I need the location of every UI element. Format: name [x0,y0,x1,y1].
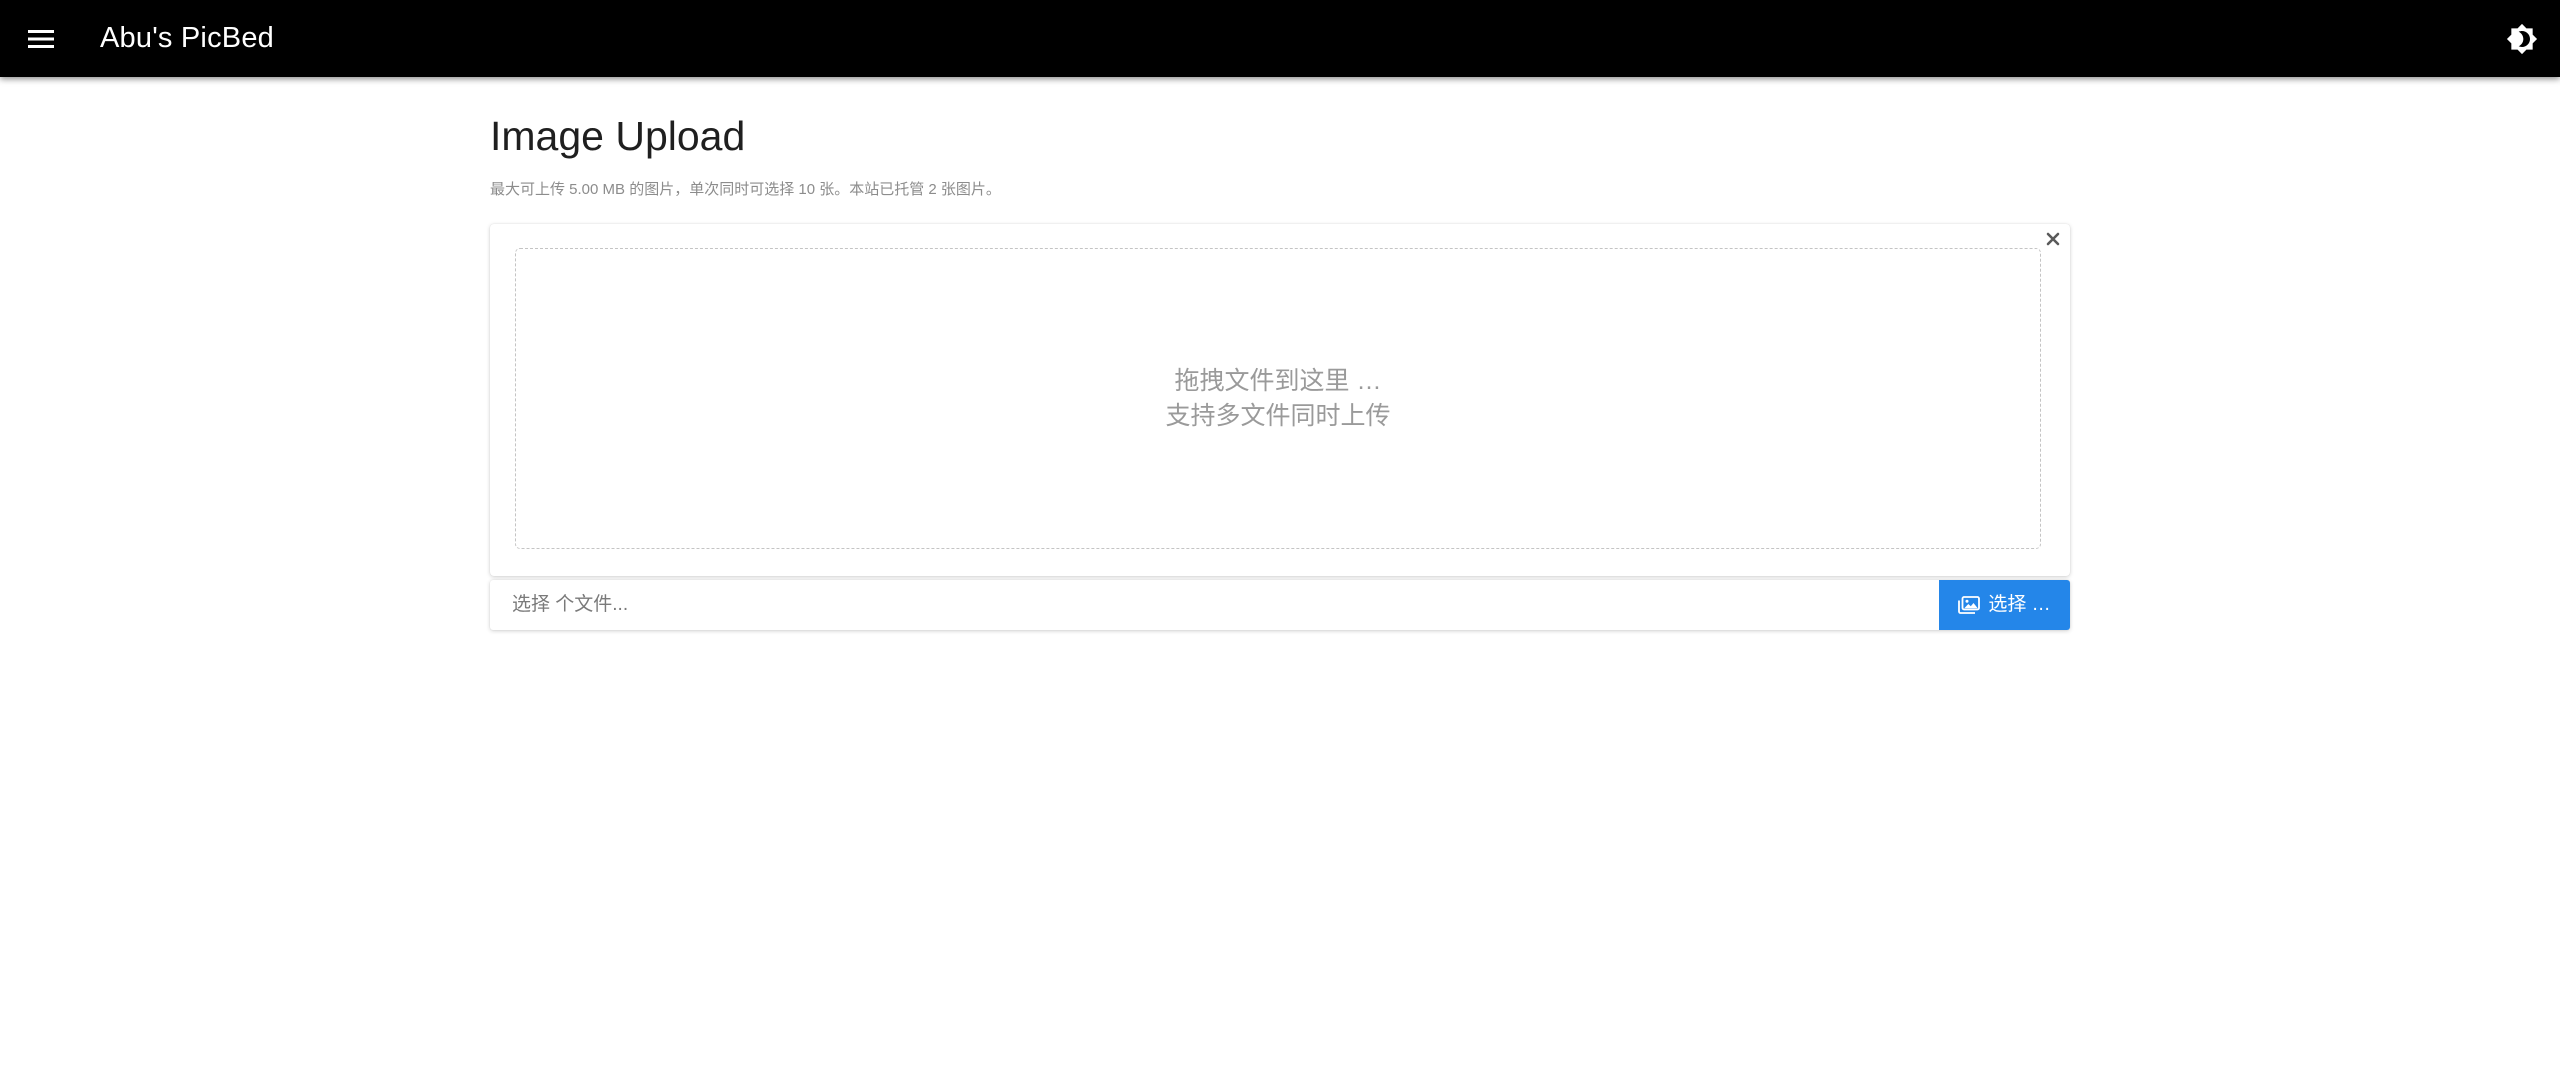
file-drop-zone[interactable]: 拖拽文件到这里 … 支持多文件同时上传 [515,248,2041,549]
theme-toggle-button[interactable] [2502,19,2542,59]
close-icon [2046,232,2060,246]
app-bar: Abu's PicBed [0,0,2560,77]
menu-button[interactable] [22,20,60,58]
app-title[interactable]: Abu's PicBed [100,19,274,57]
images-icon [1958,596,1981,614]
page-title: Image Upload [490,113,746,159]
upload-limits-text: 最大可上传 5.00 MB 的图片，单次同时可选择 10 张。本站已托管 2 张… [490,181,1001,198]
file-picker: 选择 … [490,580,2070,630]
menu-icon [28,30,54,48]
brightness-icon [2506,23,2538,55]
drop-hint-secondary: 支持多文件同时上传 [1165,401,1391,430]
browse-files-button[interactable]: 选择 … [1939,580,2070,630]
browse-files-label: 选择 … [1988,594,2051,615]
drop-hint-primary: 拖拽文件到这里 … [1174,366,1382,395]
file-caption-input[interactable] [490,580,1940,630]
close-button[interactable] [2041,227,2065,251]
upload-card: 拖拽文件到这里 … 支持多文件同时上传 [490,224,2070,576]
